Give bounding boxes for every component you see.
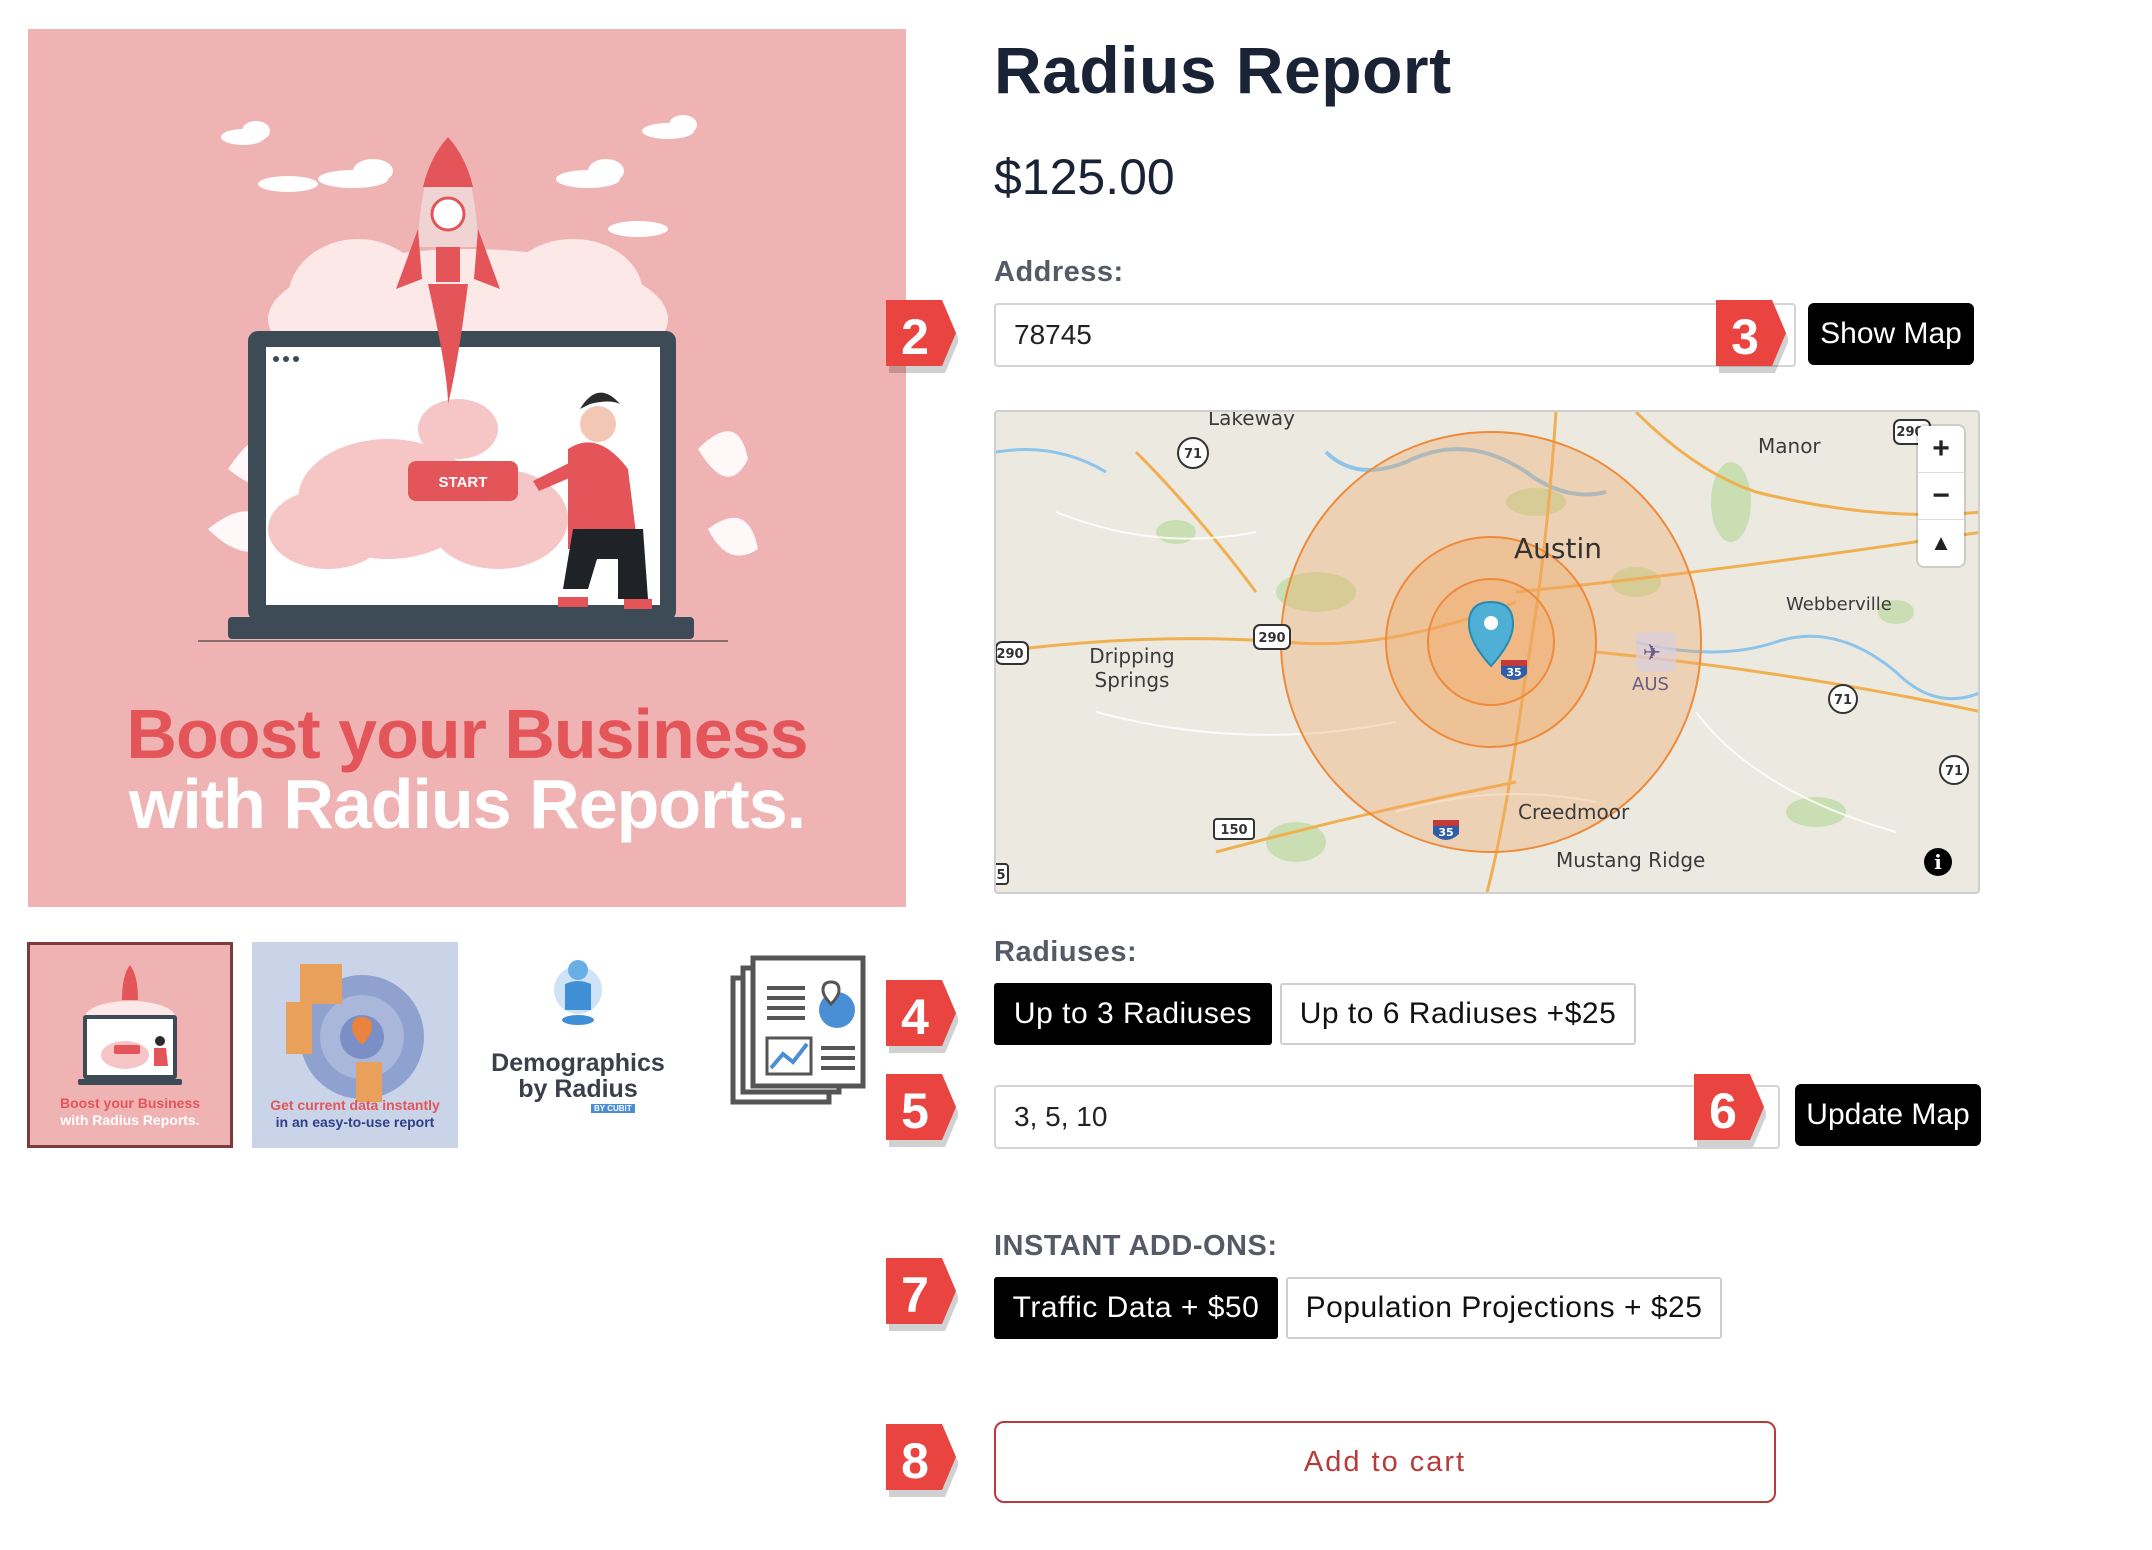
- svg-text:150: 150: [1220, 823, 1247, 838]
- highway-71-shield-icon: 71: [1939, 755, 1969, 785]
- step-badge-4: 4: [886, 980, 958, 1054]
- highway-150-shield-icon: 150: [1213, 818, 1255, 840]
- svg-text:5: 5: [996, 868, 1005, 883]
- zoom-out-button[interactable]: −: [1918, 473, 1964, 520]
- map-label-lakeway: Lakeway: [1208, 410, 1296, 430]
- addon-population-projections[interactable]: Population Projections + $25: [1286, 1277, 1722, 1339]
- address-input[interactable]: 78745: [994, 303, 1796, 367]
- step-badge-number: 6: [1709, 1083, 1737, 1139]
- radius-map[interactable]: 71 290 290 290 35 35 150 71 71 5 ✈ Lakew…: [994, 410, 1980, 894]
- option-up-to-6-radiuses[interactable]: Up to 6 Radiuses +$25: [1280, 983, 1636, 1045]
- report-document-icon: [730, 955, 866, 1105]
- map-label-austin: Austin: [1514, 532, 1602, 565]
- map-label-dripping-springs: Dripping Springs: [1089, 644, 1175, 692]
- thumbnail-current-data[interactable]: Get current data instantly in an easy-to…: [252, 942, 458, 1148]
- start-button-illustration: START: [439, 474, 488, 491]
- svg-text:71: 71: [1184, 447, 1202, 462]
- cubit-tag: BY CUBIT: [591, 1104, 635, 1113]
- step-badge-number: 2: [901, 309, 929, 365]
- highway-290-shield-icon: 290: [1253, 624, 1291, 650]
- step-badge-3: 3: [1716, 300, 1788, 374]
- step-badge-number: 8: [901, 1433, 929, 1489]
- thumbnail-report-document[interactable]: [727, 950, 877, 1140]
- highway-71-shield-icon: 71: [1177, 437, 1209, 469]
- map-label-mustang-ridge: Mustang Ridge: [1556, 848, 1706, 872]
- svg-text:290: 290: [1258, 631, 1285, 646]
- thumbnail-caption-line1: Demographics: [491, 1049, 665, 1077]
- thumbnail-caption-line2: with Radius Reports.: [60, 1112, 200, 1128]
- add-to-cart-button[interactable]: Add to cart: [994, 1421, 1776, 1503]
- step-badge-2: 2: [886, 300, 958, 374]
- instant-addons-label: INSTANT ADD-ONS:: [994, 1230, 1278, 1262]
- map-zoom-controls: + − ▲: [1918, 426, 1964, 566]
- zoom-in-button[interactable]: +: [1918, 426, 1964, 473]
- step-badge-8: 8: [886, 1424, 958, 1498]
- svg-text:35: 35: [1506, 666, 1521, 679]
- svg-text:290: 290: [996, 647, 1023, 662]
- show-map-button[interactable]: Show Map: [1808, 303, 1974, 365]
- radiuses-input[interactable]: 3, 5, 10: [994, 1085, 1780, 1149]
- map-label-creedmoor: Creedmoor: [1518, 800, 1630, 824]
- option-up-to-3-radiuses[interactable]: Up to 3 Radiuses: [994, 983, 1272, 1045]
- address-label: Address:: [994, 256, 1124, 288]
- highway-71-shield-icon: 71: [1828, 684, 1858, 714]
- interstate-35-shield-icon: 35: [1501, 660, 1527, 680]
- addon-traffic-data[interactable]: Traffic Data + $50: [994, 1277, 1278, 1339]
- step-badge-6: 6: [1694, 1074, 1766, 1148]
- step-badge-number: 3: [1731, 309, 1759, 365]
- hero-headline-line2: with Radius Reports.: [128, 765, 806, 843]
- step-badge-number: 7: [901, 1267, 929, 1323]
- product-title: Radius Report: [994, 33, 1452, 107]
- svg-text:71: 71: [1945, 764, 1963, 779]
- thumbnail-boost-business[interactable]: Boost your Business with Radius Reports.: [27, 942, 233, 1148]
- thumbnail-caption-line1: Boost your Business: [59, 1095, 201, 1111]
- thumbnail-caption-line1: Get current data instantly: [270, 1097, 440, 1113]
- step-badge-number: 5: [901, 1083, 929, 1139]
- update-map-button[interactable]: Update Map: [1795, 1084, 1981, 1146]
- svg-text:35: 35: [1438, 826, 1453, 839]
- highway-290-shield-icon: 290: [996, 641, 1029, 665]
- step-badge-7: 7: [886, 1258, 958, 1332]
- map-label-webberville: Webberville: [1786, 594, 1892, 615]
- interstate-35-shield-icon: 35: [1433, 820, 1459, 840]
- map-label-aus: AUS: [1632, 674, 1669, 695]
- map-label-manor: Manor: [1758, 434, 1821, 458]
- thumbnail-caption-line2: in an easy-to-use report: [275, 1114, 435, 1130]
- step-badge-5: 5: [886, 1074, 958, 1148]
- step-badge-number: 4: [901, 989, 929, 1045]
- map-info-icon[interactable]: i: [1924, 848, 1952, 876]
- product-main-image: START Boost your Business with Radius Re…: [28, 29, 906, 907]
- thumbnail-caption-line2: by Radius: [518, 1075, 638, 1103]
- product-price: $125.00: [994, 149, 1175, 205]
- person-pin-icon: [554, 960, 602, 1025]
- svg-text:71: 71: [1834, 693, 1852, 708]
- airport-icon: ✈: [1643, 640, 1661, 665]
- highway-5-shield-icon: 5: [996, 863, 1009, 885]
- thumbnail-demographics[interactable]: Demographics by Radius BY CUBIT: [475, 942, 681, 1148]
- hero-headline-line1: Boost your Business: [126, 695, 808, 773]
- radiuses-label: Radiuses:: [994, 936, 1138, 968]
- compass-reset-button[interactable]: ▲: [1918, 520, 1964, 566]
